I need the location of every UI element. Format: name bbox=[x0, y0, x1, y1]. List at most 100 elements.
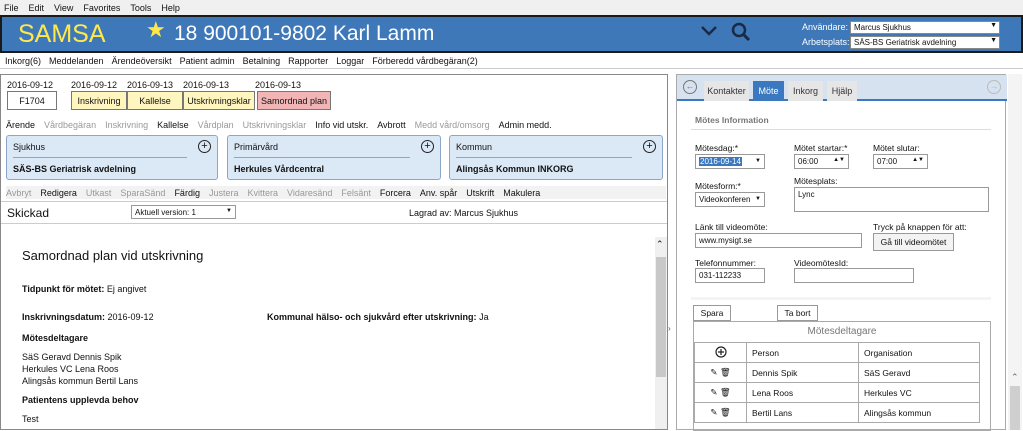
tb-forcera[interactable]: Forcera bbox=[380, 188, 411, 198]
participants-heading: Mötesdeltagare bbox=[22, 333, 89, 343]
meeting-time-value: Ej angivet bbox=[106, 284, 147, 294]
tb-felsant: Felsänt bbox=[341, 187, 371, 198]
dropdown-arrow-icon: ▼ bbox=[990, 37, 997, 44]
flow-step-f1704[interactable]: F1704 bbox=[7, 91, 57, 110]
card-title: Sjukhus bbox=[13, 142, 46, 152]
back-arrow-icon[interactable]: ← bbox=[683, 80, 697, 94]
menu-help[interactable]: Help bbox=[161, 3, 180, 13]
edit-icon[interactable]: ✎ bbox=[710, 367, 717, 377]
chevron-down-icon[interactable] bbox=[700, 23, 718, 44]
spinner-icon: ▲▼ bbox=[912, 157, 924, 163]
video-id-input[interactable] bbox=[794, 268, 914, 283]
video-link-input[interactable]: www.mysigt.se bbox=[695, 233, 862, 248]
version-select[interactable]: Aktuell version: 1 ▼ bbox=[131, 205, 236, 219]
meeting-place-input[interactable]: Lync bbox=[794, 187, 989, 212]
nav-reports[interactable]: Rapporter bbox=[288, 56, 328, 66]
panel-tab-bar: ← Kontakter Möte Inkorg Hjälp → bbox=[677, 75, 1007, 101]
add-icon[interactable]: + bbox=[643, 140, 656, 153]
user-value: Marcus Sjukhus bbox=[854, 23, 911, 32]
tb-anv-spar[interactable]: Anv. spår bbox=[420, 188, 457, 198]
trash-icon[interactable]: 🗑 bbox=[720, 367, 731, 377]
tb-fardig[interactable]: Färdig bbox=[174, 188, 200, 198]
flow-date: 2016-09-13 bbox=[255, 80, 302, 90]
nav-case-overview[interactable]: Ärendeöversikt bbox=[112, 56, 172, 66]
user-select[interactable]: Marcus Sjukhus ▼ bbox=[850, 21, 1000, 34]
trash-icon[interactable]: 🗑 bbox=[720, 407, 731, 417]
splitter-arrow-icon[interactable]: › bbox=[668, 324, 671, 333]
tb-admin-medd[interactable]: Admin medd. bbox=[499, 120, 552, 130]
flow-step-samordnad-plan[interactable]: Samordnad plan bbox=[257, 91, 331, 110]
app-logo: SAMSA bbox=[18, 20, 106, 48]
nav-patient-admin[interactable]: Patient admin bbox=[180, 56, 235, 66]
phone-input[interactable]: 031-112233 bbox=[695, 268, 765, 283]
tab-mote[interactable]: Möte bbox=[753, 81, 784, 101]
tb-avbrott[interactable]: Avbrott bbox=[377, 120, 405, 130]
edit-icon[interactable]: ✎ bbox=[710, 407, 717, 417]
add-icon[interactable]: + bbox=[421, 140, 434, 153]
card-value: SÄS-BS Geriatrisk avdelning bbox=[13, 164, 137, 174]
municipal-label: Kommunal hälso- och sjukvård efter utskr… bbox=[267, 312, 477, 322]
tb-utskrift[interactable]: Utskrift bbox=[466, 188, 494, 198]
add-participant-icon[interactable] bbox=[694, 342, 747, 363]
workplace-select[interactable]: SÄS-BS Geriatrisk avdelning ▼ bbox=[850, 36, 1000, 49]
nav-payment[interactable]: Betalning bbox=[243, 56, 281, 66]
flow-step-inskrivning[interactable]: Inskrivning bbox=[71, 91, 127, 110]
tab-kontakter[interactable]: Kontakter bbox=[704, 81, 749, 101]
phone-label: Telefonnummer: bbox=[695, 258, 756, 268]
doc-scrollbar[interactable]: ⌃ bbox=[655, 237, 667, 429]
save-button[interactable]: Spara bbox=[693, 305, 731, 321]
menu-file[interactable]: File bbox=[4, 3, 19, 13]
app-banner: SAMSA ★ 18 900101-9802 Karl Lamm Använda… bbox=[0, 15, 1023, 53]
nav-prepared-requests[interactable]: Förberedd vårdbegäran(2) bbox=[372, 56, 478, 66]
scroll-up-icon[interactable]: ⌃ bbox=[1011, 372, 1019, 383]
panel-scrollbar[interactable]: ⌃ bbox=[1008, 74, 1022, 430]
tb-utskrivningsklar: Utskrivningsklar bbox=[242, 119, 307, 130]
flow-step-kallelse[interactable]: Kallelse bbox=[127, 91, 183, 110]
end-time-value: 07:00 bbox=[877, 157, 898, 166]
patient-header: 18 900101-9802 Karl Lamm bbox=[174, 22, 435, 45]
admission-row: Inskrivningsdatum: 2016-09-12 bbox=[22, 312, 154, 322]
flow-date: 2016-09-13 bbox=[183, 80, 230, 90]
trash-icon[interactable]: 🗑 bbox=[720, 387, 731, 397]
municipality-card: Kommun + Alingsås Kommun INKORG bbox=[449, 135, 663, 180]
scroll-thumb[interactable] bbox=[1010, 386, 1020, 430]
edit-icon[interactable]: ✎ bbox=[710, 387, 717, 397]
tb-makulera[interactable]: Makulera bbox=[503, 188, 540, 198]
tb-redigera[interactable]: Redigera bbox=[40, 188, 77, 198]
tb-info-vid-utskr[interactable]: Info vid utskr. bbox=[315, 120, 368, 130]
scroll-thumb[interactable] bbox=[656, 257, 666, 377]
participants-title: Mötesdeltagare bbox=[807, 326, 877, 337]
end-time-input[interactable]: 07:00 ▲▼ bbox=[873, 154, 928, 169]
menu-edit[interactable]: Edit bbox=[29, 3, 45, 13]
tb-arende[interactable]: Ärende bbox=[6, 120, 35, 130]
menu-view[interactable]: View bbox=[54, 3, 73, 13]
menu-bar: File Edit View Favorites Tools Help bbox=[0, 0, 1023, 15]
hospital-card: Sjukhus + SÄS-BS Geriatrisk avdelning bbox=[6, 135, 218, 180]
tb-kallelse[interactable]: Kallelse bbox=[157, 120, 189, 130]
meeting-panel: ← Kontakter Möte Inkorg Hjälp → Mötes In… bbox=[676, 74, 1007, 431]
menu-favorites[interactable]: Favorites bbox=[83, 3, 120, 13]
nav-messages[interactable]: Meddelanden bbox=[49, 56, 104, 66]
nav-inbox[interactable]: Inkorg(6) bbox=[5, 56, 41, 66]
org-cell: Alingsås kommun bbox=[858, 402, 980, 423]
tab-hjalp[interactable]: Hjälp bbox=[827, 81, 857, 101]
scroll-up-icon[interactable]: ⌃ bbox=[656, 239, 664, 250]
search-icon[interactable] bbox=[731, 22, 751, 47]
nav-logs[interactable]: Loggar bbox=[336, 56, 364, 66]
delete-button[interactable]: Ta bort bbox=[777, 305, 818, 321]
press-label: Tryck på knappen för att: bbox=[873, 222, 967, 232]
add-icon[interactable]: + bbox=[198, 140, 211, 153]
flow-step-utskrivningsklar[interactable]: Utskrivningsklar bbox=[183, 91, 255, 110]
tab-inkorg[interactable]: Inkorg bbox=[788, 81, 823, 101]
admission-label: Inskrivningsdatum: bbox=[22, 312, 106, 322]
municipal-value: Ja bbox=[479, 312, 489, 322]
forward-arrow-icon[interactable]: → bbox=[987, 80, 1001, 94]
meeting-date-picker[interactable]: 2016-09-14 ▼ bbox=[695, 154, 765, 169]
favorite-star-icon[interactable]: ★ bbox=[146, 17, 166, 43]
goto-video-meeting-button[interactable]: Gå till videomötet bbox=[873, 233, 954, 251]
meeting-form-select[interactable]: Videokonferen ▼ bbox=[695, 192, 765, 207]
needs-heading: Patientens upplevda behov bbox=[22, 395, 139, 405]
menu-tools[interactable]: Tools bbox=[130, 3, 151, 13]
start-time-input[interactable]: 06:00 ▲▼ bbox=[794, 154, 849, 169]
date-label: Mötesdag:* bbox=[695, 143, 738, 153]
